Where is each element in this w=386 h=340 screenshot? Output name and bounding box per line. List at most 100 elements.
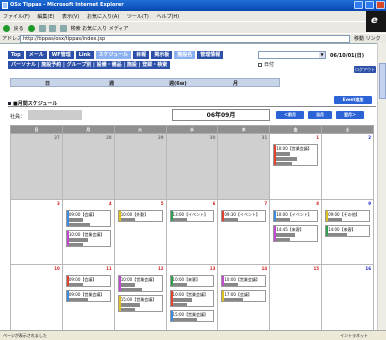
owner-select[interactable]: [28, 110, 82, 120]
calendar-day-cell[interactable]: 14 10:00【営業会議】 17:00【会議】: [217, 264, 271, 331]
logout-button[interactable]: ログアウト: [354, 66, 376, 73]
tab-month[interactable]: 月: [233, 80, 238, 87]
nav-mail[interactable]: メール: [25, 51, 47, 59]
tab-week[interactable]: 週: [109, 80, 114, 87]
date-checkbox[interactable]: 日付: [258, 61, 274, 68]
tab-6week[interactable]: 週(6w): [169, 80, 187, 87]
toolbar-items[interactable]: 検索 お気に入り メディア: [71, 26, 129, 32]
day-number[interactable]: 4: [109, 201, 112, 206]
menu-file[interactable]: ファイル(F): [3, 14, 30, 20]
day-number[interactable]: 28: [106, 135, 112, 140]
schedule-event[interactable]: 10:00【イベント】: [273, 209, 319, 222]
schedule-event[interactable]: 09:00【営業会議】: [65, 290, 111, 303]
go-button[interactable]: 移動 リンク: [354, 35, 381, 42]
nav-link[interactable]: Link: [75, 51, 94, 59]
nav-daily[interactable]: 目報: [133, 51, 150, 59]
nav-wf[interactable]: WF管理: [48, 51, 74, 59]
day-number[interactable]: 31: [262, 135, 268, 140]
current-month-button[interactable]: 当月: [308, 111, 332, 119]
day-number[interactable]: 14: [262, 266, 268, 271]
nav-board[interactable]: 掲示板: [151, 51, 173, 59]
schedule-event[interactable]: 13:00【イベント】: [169, 209, 215, 222]
maximize-button[interactable]: [365, 1, 374, 9]
date-select[interactable]: ▼: [258, 51, 326, 59]
menu-favorites[interactable]: お気に入り(A): [87, 14, 119, 20]
day-number[interactable]: 13: [210, 266, 216, 271]
calendar-day-cell[interactable]: 12 10:00【営業会議】 15:00【営業会議】: [113, 264, 167, 331]
schedule-event[interactable]: 10:00【営業会議】: [169, 290, 215, 308]
calendar-day-cell[interactable]: 29: [113, 133, 167, 200]
calendar-day-cell[interactable]: 16: [321, 264, 374, 331]
calendar-day-cell[interactable]: 30: [165, 133, 219, 200]
schedule-event[interactable]: 14:00【来客】: [325, 224, 370, 237]
schedule-event[interactable]: 10:00【営業会議】: [273, 144, 319, 166]
nav-admin[interactable]: 管理情報: [197, 51, 224, 59]
schedule-event[interactable]: 09:00【会議】: [65, 275, 111, 288]
schedule-event[interactable]: 10:00【外勤】: [117, 209, 163, 222]
day-number[interactable]: 12: [158, 266, 164, 271]
day-number[interactable]: 29: [158, 135, 164, 140]
schedule-event[interactable]: 15:00【営業会議】: [117, 295, 163, 313]
day-number[interactable]: 7: [264, 201, 267, 206]
calendar-day-cell[interactable]: 10: [10, 264, 63, 331]
home-icon[interactable]: [59, 25, 67, 32]
day-number[interactable]: 10: [54, 266, 60, 271]
calendar-day-cell[interactable]: 28: [61, 133, 115, 200]
day-number[interactable]: 30: [210, 135, 216, 140]
page-scrollbar[interactable]: [377, 43, 386, 330]
menu-help[interactable]: ヘルプ(H): [156, 14, 179, 20]
day-number[interactable]: 27: [54, 135, 60, 140]
day-number[interactable]: 11: [106, 266, 112, 271]
calendar-day-cell[interactable]: 11 09:00【会議】 09:00【営業会議】: [61, 264, 115, 331]
close-button[interactable]: [376, 1, 385, 9]
tab-day[interactable]: 日: [45, 80, 50, 87]
add-event-button[interactable]: Event追加: [334, 96, 372, 104]
back-label[interactable]: 戻る: [14, 26, 24, 32]
schedule-event[interactable]: 17:00【会議】: [221, 290, 267, 303]
schedule-event[interactable]: 09:30【イベント】: [221, 209, 267, 222]
schedule-event[interactable]: 10:00【営業会議】: [65, 229, 111, 247]
calendar-day-cell[interactable]: 2: [321, 133, 374, 200]
minimize-button[interactable]: [354, 1, 363, 9]
schedule-event[interactable]: 14:45【来客】: [273, 224, 319, 242]
day-number[interactable]: 3: [57, 201, 60, 206]
stop-icon[interactable]: [38, 25, 46, 32]
day-number[interactable]: 5: [161, 201, 164, 206]
chevron-down-icon[interactable]: ▼: [319, 52, 325, 58]
schedule-event[interactable]: 10:00【営業会議】: [117, 275, 163, 293]
prev-month-button[interactable]: ＜前月: [276, 111, 304, 119]
address-input[interactable]: http://tippas/osx/tippas/index.jsp: [20, 35, 350, 43]
calendar-day-cell[interactable]: 6 13:00【イベント】: [165, 198, 219, 266]
menu-tools[interactable]: ツール(T): [127, 14, 149, 20]
calendar-day-cell[interactable]: 1 10:00【営業会議】: [269, 133, 323, 200]
calendar-day-cell[interactable]: 13 10:00【来客】 10:00【営業会議】 15:00【営業会議】: [165, 264, 219, 331]
schedule-event[interactable]: 15:00【営業会議】: [169, 310, 215, 323]
calendar-day-cell[interactable]: 15: [269, 264, 323, 331]
menu-view[interactable]: 表示(V): [62, 14, 79, 20]
calendar-day-cell[interactable]: 5 10:00【外勤】: [113, 198, 167, 266]
day-number[interactable]: 6: [213, 201, 216, 206]
nav-top[interactable]: Top: [8, 51, 24, 59]
schedule-event[interactable]: 10:00【営業会議】: [221, 275, 267, 288]
scrollbar-thumb[interactable]: [379, 63, 386, 99]
day-number[interactable]: 8: [316, 201, 319, 206]
forward-icon[interactable]: [28, 25, 36, 32]
day-number[interactable]: 16: [365, 266, 371, 271]
schedule-event[interactable]: 09:00【その他】: [325, 209, 370, 222]
day-number[interactable]: 9: [368, 201, 371, 206]
calendar-day-cell[interactable]: 3: [10, 198, 63, 266]
calendar-day-cell[interactable]: 27: [10, 133, 63, 200]
calendar-day-cell[interactable]: 4 09:00【会議】 10:00【営業会議】: [61, 198, 115, 266]
sub-nav[interactable]: パーソナル | 施設予約 | グループ別 | 設備・備品 | 施設 | 登録・検…: [8, 61, 171, 69]
calendar-day-cell[interactable]: 9 09:00【その他】 14:00【来客】: [321, 198, 374, 266]
day-number[interactable]: 2: [368, 135, 371, 140]
day-number[interactable]: 1: [316, 135, 319, 140]
nav-facility[interactable]: 施設名: [174, 51, 196, 59]
refresh-icon[interactable]: [49, 25, 57, 32]
calendar-day-cell[interactable]: 31: [217, 133, 271, 200]
nav-schedule[interactable]: スケジュール: [95, 51, 132, 59]
calendar-day-cell[interactable]: 8 10:00【イベント】 14:45【来客】: [269, 198, 323, 266]
calendar-day-cell[interactable]: 7 09:30【イベント】: [217, 198, 271, 266]
next-month-button[interactable]: 翌月＞: [336, 111, 364, 119]
schedule-event[interactable]: 10:00【来客】: [169, 275, 215, 288]
